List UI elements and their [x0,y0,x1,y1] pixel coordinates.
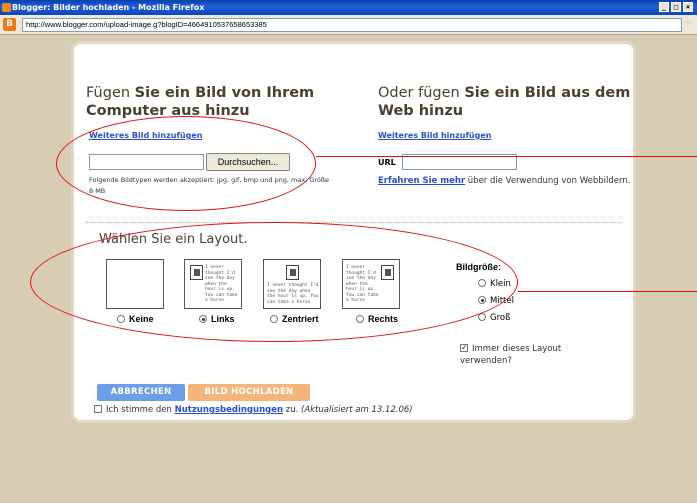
section-divider [86,222,622,223]
window-titlebar: Blogger: Bilder hochladen - Mozilla Fire… [0,0,697,15]
bookmark-star-icon[interactable]: ☆ [685,18,695,32]
minimize-button[interactable]: _ [659,2,669,12]
computer-upload-heading: Fügen Sie ein Bild von Ihrem Computer au… [86,85,315,119]
annotation-callout-line [316,156,697,157]
url-field[interactable]: http://www.blogger.com/upload-image.g?bl… [22,18,682,32]
window-controls: _ □ × [659,2,693,12]
address-bar: B http://www.blogger.com/upload-image.g?… [0,15,697,35]
upload-image-button[interactable]: BILD HOCHLADEN [188,384,310,401]
always-use-layout[interactable]: Immer dieses Layout verwenden? [460,342,610,367]
terms-of-service-link[interactable]: Nutzungsbedingungen [175,405,283,415]
terms-agreement[interactable]: Ich stimme den Nutzungsbedingungen zu. (… [94,405,413,415]
firefox-icon [2,3,11,12]
web-upload-heading: Oder fügen Sie ein Bild aus dem Web hinz… [378,85,631,119]
window-title: Blogger: Bilder hochladen - Mozilla Fire… [12,3,205,12]
size-option-large[interactable]: Groß [478,313,510,323]
annotation-callout-line [518,291,697,292]
annotation-ellipse-upload [56,116,316,211]
close-button[interactable]: × [683,2,693,12]
checkbox-icon[interactable] [94,405,102,413]
annotation-ellipse-layout [30,222,518,342]
maximize-button[interactable]: □ [671,2,681,12]
cancel-button[interactable]: ABBRECHEN [97,384,185,401]
learn-more-text: Erfahren Sie mehr über die Verwendung vo… [378,176,631,186]
url-label: URL [378,158,396,167]
checkbox-checked-icon[interactable] [460,342,468,354]
learn-more-link[interactable]: Erfahren Sie mehr [378,176,465,186]
add-another-image-link-right[interactable]: Weiteres Bild hinzufügen [378,131,491,140]
blogger-icon: B [3,18,16,31]
